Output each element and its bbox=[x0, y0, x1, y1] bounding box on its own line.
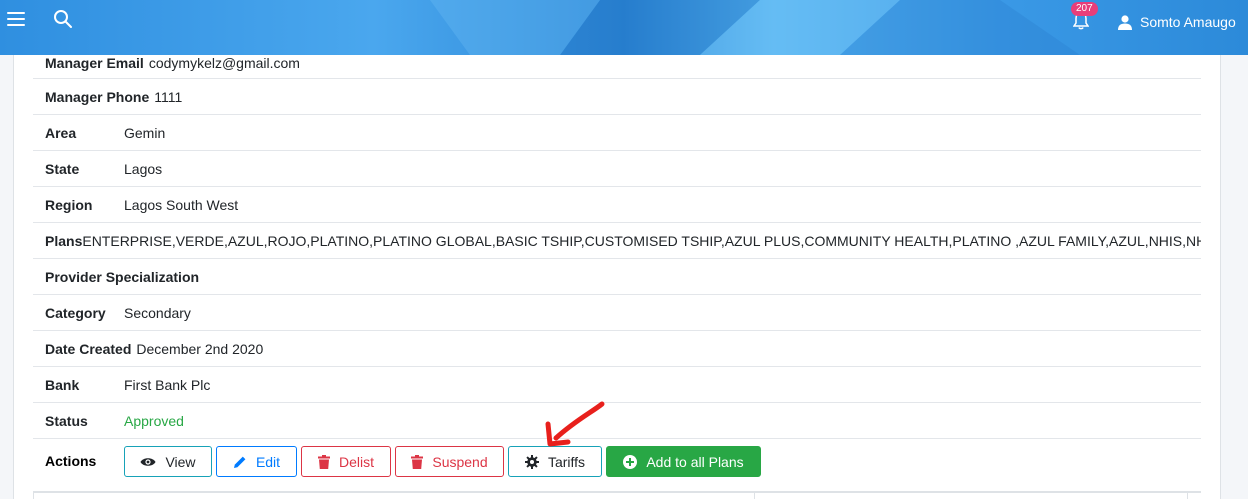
eye-icon bbox=[140, 457, 156, 466]
label-status: Status bbox=[45, 412, 88, 429]
label-area: Area bbox=[45, 124, 77, 141]
hamburger-menu-icon[interactable] bbox=[7, 12, 25, 28]
add-to-all-plans-button[interactable]: Add to all Plans bbox=[606, 446, 761, 477]
row-manager-phone: Manager Phone 1111 bbox=[33, 79, 1201, 115]
trash-icon bbox=[411, 454, 424, 469]
trash-icon bbox=[317, 454, 330, 469]
edit-button[interactable]: Edit bbox=[216, 446, 297, 477]
row-manager-email: Manager Email codymykelz@gmail.com bbox=[33, 55, 1201, 79]
value-manager-email: codymykelz@gmail.com bbox=[148, 55, 300, 71]
label-date-created: Date Created bbox=[45, 340, 132, 357]
edit-button-label: Edit bbox=[255, 453, 281, 470]
row-area: Area Gemin bbox=[33, 115, 1201, 151]
row-status: Status Approved bbox=[33, 403, 1201, 439]
user-icon bbox=[1118, 14, 1132, 30]
view-button-label: View bbox=[165, 453, 196, 470]
value-category: Secondary bbox=[124, 304, 191, 321]
delist-button-label: Delist bbox=[338, 453, 374, 470]
status-badge: Approved bbox=[124, 412, 184, 429]
table-divider bbox=[754, 493, 755, 499]
label-provider-specialization: Provider Specialization bbox=[45, 268, 200, 285]
row-plans: Plans ENTERPRISE,VERDE,AZUL,ROJO,PLATINO… bbox=[33, 223, 1201, 259]
tariffs-button[interactable]: Tariffs bbox=[508, 446, 602, 477]
row-actions: Actions View Edit Delist Suspend Tariffs… bbox=[33, 438, 1201, 482]
view-button[interactable]: View bbox=[124, 446, 212, 477]
value-manager-phone: 1111 bbox=[154, 88, 183, 105]
delist-button[interactable]: Delist bbox=[301, 446, 391, 477]
row-provider-specialization: Provider Specialization bbox=[33, 259, 1201, 295]
tariffs-button-label: Tariffs bbox=[547, 453, 586, 470]
value-bank: First Bank Plc bbox=[124, 376, 211, 393]
value-plans: ENTERPRISE,VERDE,AZUL,ROJO,PLATINO,PLATI… bbox=[82, 232, 1201, 249]
label-region: Region bbox=[45, 196, 93, 213]
details-table: Manager Email codymykelz@gmail.com Manag… bbox=[33, 55, 1201, 439]
label-bank: Bank bbox=[45, 376, 80, 393]
row-state: State Lagos bbox=[33, 151, 1201, 187]
table-divider bbox=[1187, 493, 1188, 499]
value-state: Lagos bbox=[124, 160, 163, 177]
gear-icon bbox=[524, 454, 539, 469]
suspend-button[interactable]: Suspend bbox=[395, 446, 504, 477]
user-name: Somto Amaugo bbox=[1140, 14, 1236, 30]
row-bank: Bank First Bank Plc bbox=[33, 367, 1201, 403]
search-icon[interactable] bbox=[53, 9, 73, 29]
value-area: Gemin bbox=[124, 124, 166, 141]
label-manager-phone: Manager Phone bbox=[45, 88, 150, 105]
label-state: State bbox=[45, 160, 80, 177]
add-to-all-plans-label: Add to all Plans bbox=[646, 453, 744, 470]
row-region: Region Lagos South West bbox=[33, 187, 1201, 223]
value-region: Lagos South West bbox=[124, 196, 239, 213]
notification-badge: 207 bbox=[1071, 2, 1098, 16]
user-menu[interactable]: Somto Amaugo bbox=[1118, 14, 1236, 30]
label-category: Category bbox=[45, 304, 106, 321]
plus-circle-icon bbox=[623, 454, 638, 469]
header-background-pattern bbox=[430, 0, 1080, 55]
pencil-icon bbox=[233, 456, 246, 468]
suspend-button-label: Suspend bbox=[432, 453, 488, 470]
label-actions: Actions bbox=[45, 453, 97, 469]
value-date-created: December 2nd 2020 bbox=[136, 340, 264, 357]
label-plans: Plans bbox=[45, 232, 83, 249]
label-manager-email: Manager Email bbox=[45, 55, 144, 71]
top-navbar: 207 Somto Amaugo bbox=[0, 0, 1248, 55]
row-category: Category Secondary bbox=[33, 295, 1201, 331]
next-table-border bbox=[33, 491, 1201, 499]
row-date-created: Date Created December 2nd 2020 bbox=[33, 331, 1201, 367]
